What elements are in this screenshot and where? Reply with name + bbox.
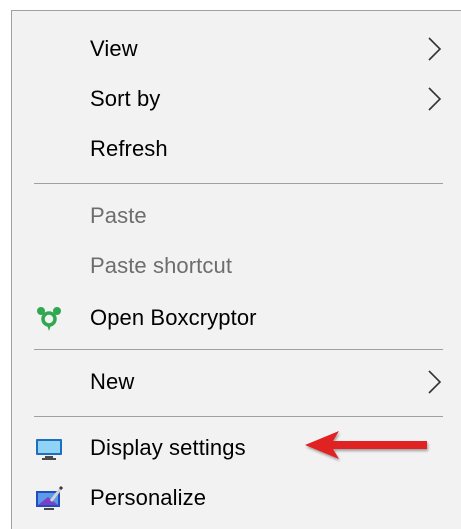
menu-item-label: Paste shortcut <box>90 253 233 278</box>
display-icon <box>36 439 62 460</box>
chevron-right-icon <box>428 87 442 111</box>
boxcryptor-icon <box>37 307 61 331</box>
menu-separator <box>34 349 443 350</box>
menu-item-label: Open Boxcryptor <box>90 305 257 330</box>
menu-item-refresh[interactable]: Refresh <box>12 126 461 172</box>
chevron-right-icon <box>428 37 442 61</box>
menu-item-new[interactable]: New <box>12 359 461 405</box>
menu-item-label: New <box>90 369 135 394</box>
menu-item-personalize[interactable]: Personalize <box>12 475 461 521</box>
menu-item-label: Paste <box>90 203 147 228</box>
menu-separator <box>34 416 443 417</box>
menu-item-label: Display settings <box>90 435 246 460</box>
menu-item-label: Personalize <box>90 485 207 510</box>
chevron-right-icon <box>428 370 442 394</box>
menu-item-label: View <box>90 36 138 61</box>
menu-item-sort-by[interactable]: Sort by <box>12 76 461 122</box>
annotation-arrow-icon <box>305 431 427 459</box>
personalize-icon <box>36 485 64 510</box>
menu-item-paste-shortcut: Paste shortcut <box>12 243 461 289</box>
menu-item-label: Refresh <box>90 136 168 161</box>
menu-item-label: Sort by <box>90 86 161 111</box>
menu-separator <box>34 183 443 184</box>
menu-item-paste: Paste <box>12 193 461 239</box>
menu-item-open-boxcryptor[interactable]: Open Boxcryptor <box>12 295 461 341</box>
menu-item-view[interactable]: View <box>12 26 461 72</box>
